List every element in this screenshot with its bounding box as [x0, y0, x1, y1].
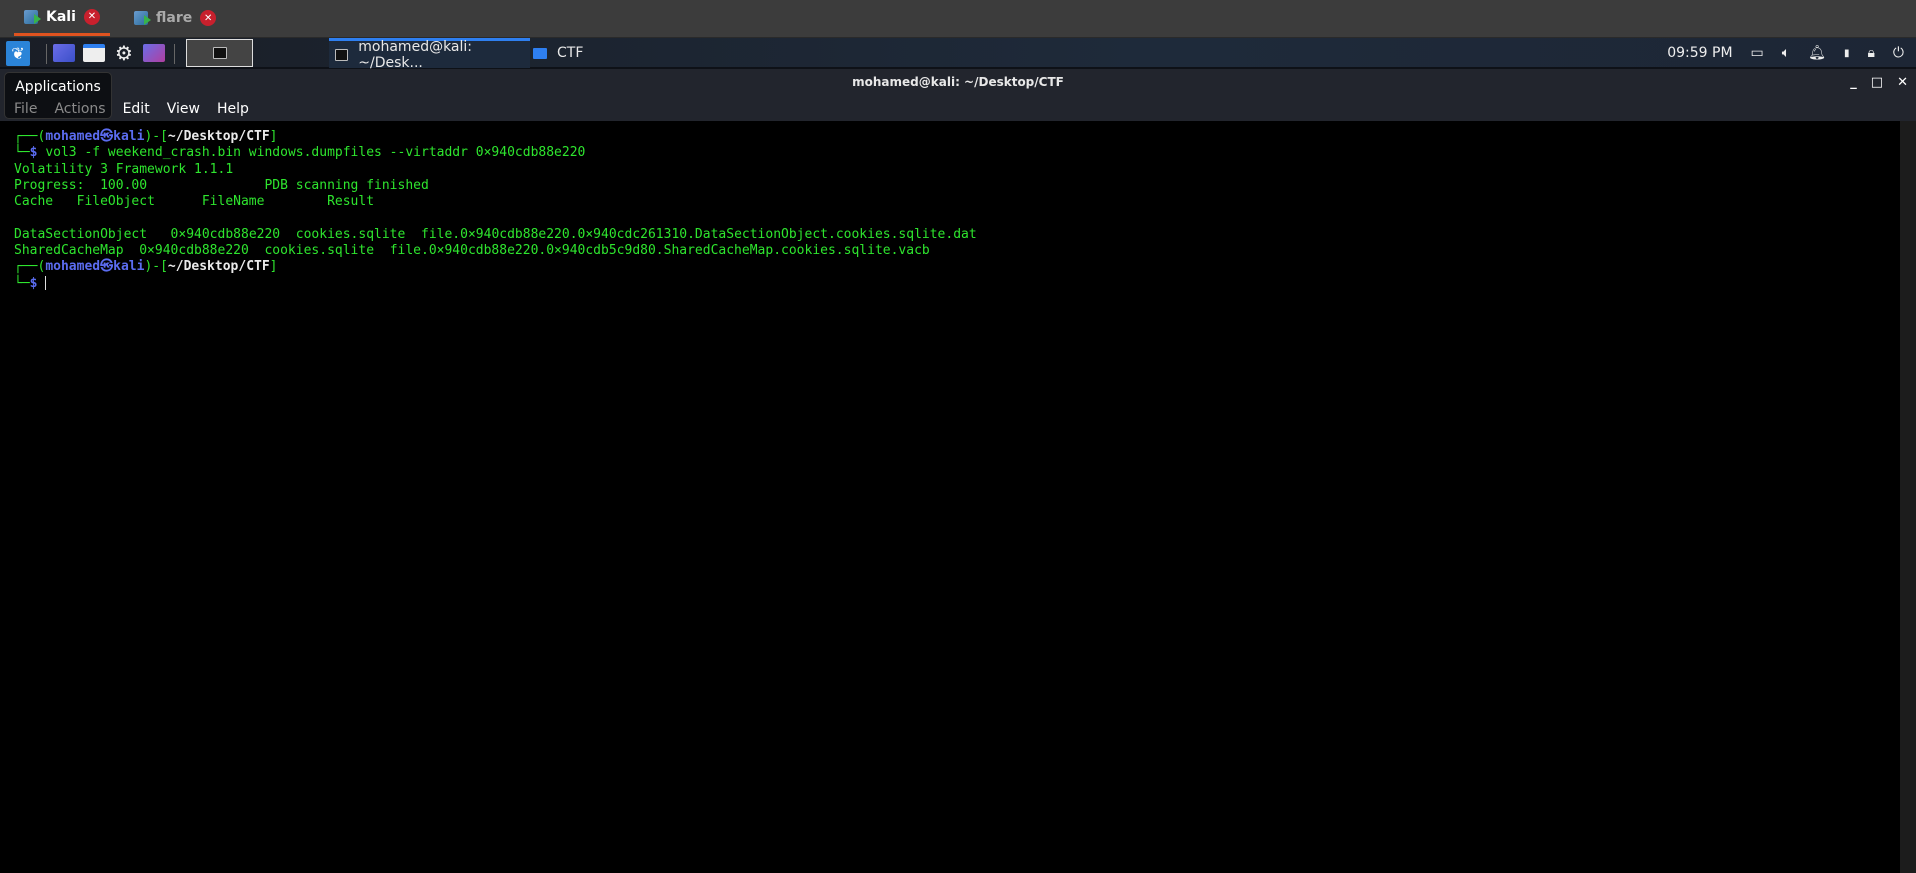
divider: [46, 44, 47, 64]
taskbar: ❦ ⚙ mohamed@kali: ~/Desk... CTF 09:59 PM…: [0, 38, 1916, 71]
close-button[interactable]: ✕: [1897, 69, 1908, 96]
text-cursor: [45, 276, 47, 291]
menu-file[interactable]: File: [14, 101, 37, 117]
menu-edit[interactable]: Edit: [123, 101, 150, 117]
screen-recorder-icon[interactable]: [143, 44, 165, 62]
task-label: CTF: [557, 45, 584, 61]
terminal-icon: [212, 47, 227, 59]
settings-gear-icon[interactable]: ⚙: [113, 43, 135, 63]
task-terminal[interactable]: mohamed@kali: ~/Desk...: [329, 38, 530, 71]
terminal-icon: [335, 48, 349, 61]
output-line: Progress: 100.00 PDB scanning finished: [14, 177, 429, 193]
file-manager-icon[interactable]: [83, 44, 105, 62]
prompt-line: ┌──(mohamed㉿kali)-[~/Desktop/CTF]: [14, 259, 278, 275]
battery-icon[interactable]: ▮: [1844, 48, 1850, 59]
logout-icon[interactable]: ⏻: [1893, 45, 1904, 61]
result-row: DataSectionObject 0×940cdb88e220 cookies…: [14, 226, 977, 242]
input-line[interactable]: └─$: [14, 276, 1900, 292]
vm-icon: [24, 9, 41, 24]
clock[interactable]: 09:59 PM: [1667, 45, 1732, 61]
notification-bell-icon[interactable]: 🔔︎: [1808, 45, 1826, 61]
output-line: Volatility 3 Framework 1.1.1: [14, 161, 234, 177]
system-tray: 09:59 PM ▭ 🔈︎ 🔔︎ ▮ 🔒︎ ⏻: [1667, 38, 1904, 68]
vm-tab-bar: Kali ✕ flare ✕: [0, 0, 1916, 38]
kali-menu-icon[interactable]: ❦: [6, 41, 30, 66]
maximize-button[interactable]: □: [1871, 69, 1883, 96]
menu-view[interactable]: View: [167, 101, 200, 117]
close-icon[interactable]: ✕: [200, 10, 217, 26]
scrollbar[interactable]: [1900, 121, 1916, 873]
vm-icon: [134, 11, 151, 25]
task-label: mohamed@kali: ~/Desk...: [358, 38, 473, 71]
terminal-output[interactable]: ┌──(mohamed㉿kali)-[~/Desktop/CTF] └─$ vol…: [0, 121, 1900, 873]
volume-icon[interactable]: 🔈︎: [1782, 45, 1790, 61]
prompt-line: ┌──(mohamed㉿kali)-[~/Desktop/CTF]: [14, 129, 278, 144]
vm-tab-label: Kali: [46, 8, 76, 25]
menu-actions[interactable]: Actions: [54, 101, 105, 117]
command-line: └─$ vol3 -f weekend_crash.bin windows.du…: [14, 145, 586, 161]
window-title: mohamed@kali: ~/Desktop/CTF: [852, 75, 1064, 89]
minimize-button[interactable]: _: [1850, 69, 1857, 96]
divider: [174, 44, 175, 64]
vm-tab-label: flare: [156, 10, 193, 26]
output-line: Cache FileObject FileName Result: [14, 194, 375, 210]
folder-icon: [533, 47, 547, 59]
terminal-launcher[interactable]: [186, 39, 253, 67]
lock-icon[interactable]: 🔒︎: [1867, 45, 1874, 61]
task-ctf-folder[interactable]: CTF: [533, 38, 583, 68]
result-row: SharedCacheMap 0×940cdb88e220 cookies.sq…: [14, 243, 930, 259]
menu-bar: File Actions Edit View Help: [0, 96, 1916, 121]
vm-tab-flare[interactable]: flare ✕: [124, 0, 226, 36]
display-icon[interactable]: ▭: [1751, 45, 1764, 61]
vm-tab-kali[interactable]: Kali ✕: [14, 0, 110, 36]
show-desktop-icon[interactable]: [53, 44, 75, 62]
close-icon[interactable]: ✕: [83, 8, 100, 25]
menu-help[interactable]: Help: [217, 101, 249, 117]
